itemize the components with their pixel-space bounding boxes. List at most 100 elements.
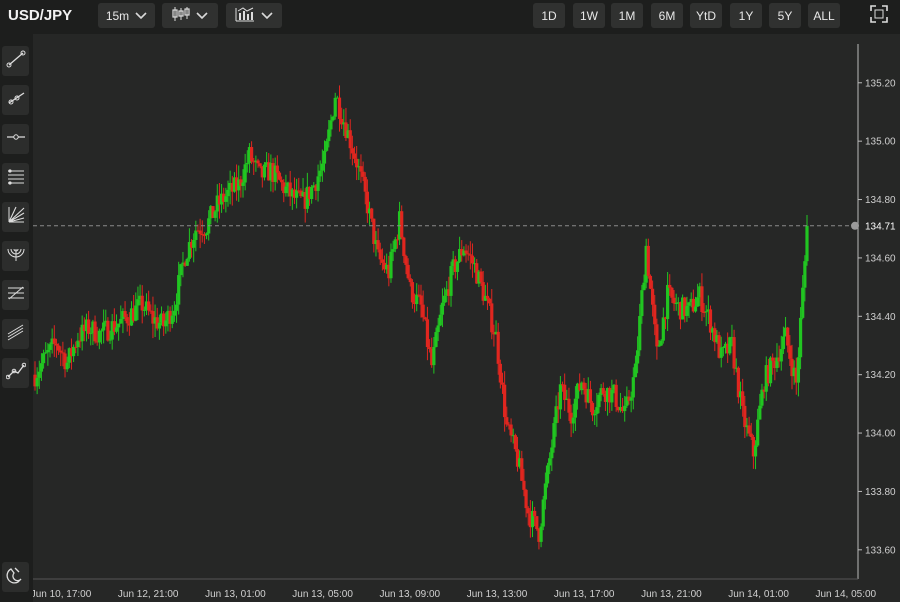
candle-body: [61, 352, 65, 354]
fullscreen-button[interactable]: [864, 3, 894, 28]
fan-tool[interactable]: [2, 202, 29, 232]
horizontal-line-tool[interactable]: [2, 124, 29, 154]
candle-body: [224, 196, 228, 202]
trend-line-tool[interactable]: [2, 46, 29, 76]
candle-body: [41, 353, 46, 364]
time-axis: Jun 10, 17:00 Jun 12, 21:00 Jun 13, 01:00 J…: [33, 578, 877, 600]
candle-body: [425, 319, 430, 348]
parallel-channel-tool[interactable]: [2, 319, 29, 349]
candle-body: [590, 402, 595, 416]
price-chart[interactable]: 135.20 135.00 134.80 134.60 134.40 134.20 134.…: [33, 34, 900, 602]
candle-body: [500, 382, 505, 385]
candle-body: [629, 397, 633, 401]
interval-label: 15m: [105, 8, 130, 23]
candle-body: [97, 330, 101, 343]
candle-body: [635, 350, 640, 364]
candle-body: [503, 384, 507, 418]
candle-body: [464, 250, 468, 254]
candle-body: [192, 239, 196, 248]
candle-body: [440, 302, 445, 315]
candle-body: [310, 187, 314, 199]
candle-body: [361, 171, 365, 177]
candle-body: [74, 346, 78, 348]
range-1d-button[interactable]: 1D: [533, 3, 565, 28]
fullscreen-icon: [870, 5, 888, 26]
candle-body: [194, 230, 198, 240]
candle-body: [432, 346, 436, 366]
candle-body: [318, 170, 322, 177]
range-6m-button[interactable]: 6M: [651, 3, 683, 28]
ray-tool[interactable]: [2, 85, 29, 115]
candle-body: [490, 303, 494, 333]
price-tick-label: 134.20: [865, 370, 896, 381]
candle-body: [642, 282, 646, 291]
channel-tool[interactable]: [2, 163, 29, 193]
candle-body: [496, 331, 500, 364]
candle-body: [119, 318, 123, 324]
candle-body: [198, 230, 202, 234]
candle-body: [685, 305, 689, 316]
candle-body: [400, 211, 404, 238]
arc-tool[interactable]: [2, 241, 29, 271]
candle-body: [666, 284, 670, 320]
candle-body: [719, 347, 723, 358]
candle-body: [696, 297, 700, 307]
chart-type-dropdown[interactable]: [162, 3, 218, 28]
polyline-tool[interactable]: [2, 358, 29, 388]
candle-body: [389, 251, 393, 279]
candle-body: [147, 301, 151, 311]
candle-body: [134, 305, 138, 321]
candle-body: [601, 388, 605, 394]
range-1m-button[interactable]: 1M: [611, 3, 643, 28]
candle-body: [788, 345, 792, 359]
candle-body: [258, 163, 262, 167]
magnet-tool[interactable]: [2, 562, 29, 592]
price-tick-label: 135.20: [865, 78, 896, 89]
candle-body: [573, 398, 577, 418]
retracement-tool[interactable]: [2, 280, 29, 310]
ray-icon: [6, 88, 26, 113]
candle-body: [798, 317, 803, 358]
candle-body: [747, 425, 751, 434]
range-ytd-button[interactable]: YtD: [690, 3, 722, 28]
interval-dropdown[interactable]: 15m: [98, 3, 155, 28]
arc-icon: [6, 244, 26, 269]
symbol-title[interactable]: USD/JPY: [8, 7, 72, 24]
candle-body: [631, 377, 635, 398]
candle-body: [470, 255, 475, 264]
candle-body: [325, 141, 329, 151]
candle-body: [417, 294, 421, 296]
candle-body: [179, 264, 183, 276]
price-tick-label: 134.60: [865, 253, 896, 264]
candle-body: [640, 290, 644, 317]
candle-body: [633, 363, 638, 378]
candle-body: [391, 249, 395, 252]
candle-body: [498, 363, 502, 383]
indicators-dropdown[interactable]: [226, 3, 282, 28]
candle-body: [322, 150, 327, 164]
candle-body: [597, 394, 601, 408]
polyline-icon: [5, 361, 26, 386]
candle-body: [421, 304, 425, 318]
price-axis: 135.20 135.00 134.80 134.60 134.40 134.20 134.…: [858, 78, 896, 556]
candle-body: [241, 182, 245, 186]
candle-body: [59, 350, 63, 353]
candle-body: [509, 424, 513, 436]
candle-body: [164, 320, 168, 327]
range-1y-button[interactable]: 1Y: [730, 3, 762, 28]
candle-body: [758, 405, 762, 420]
candle-body: [479, 271, 483, 283]
candle-body: [337, 97, 342, 119]
candle-body: [415, 294, 419, 305]
range-1w-button[interactable]: 1W: [573, 3, 605, 28]
candle-body: [185, 258, 189, 266]
candle-body: [56, 345, 61, 351]
range-5y-button[interactable]: 5Y: [769, 3, 801, 28]
candle-body: [355, 158, 359, 168]
range-all-button[interactable]: ALL: [808, 3, 840, 28]
candle-body: [442, 295, 447, 303]
candle-body: [108, 339, 112, 341]
candle-body: [316, 176, 320, 191]
candle-body: [123, 311, 127, 318]
candle-body: [623, 405, 627, 412]
